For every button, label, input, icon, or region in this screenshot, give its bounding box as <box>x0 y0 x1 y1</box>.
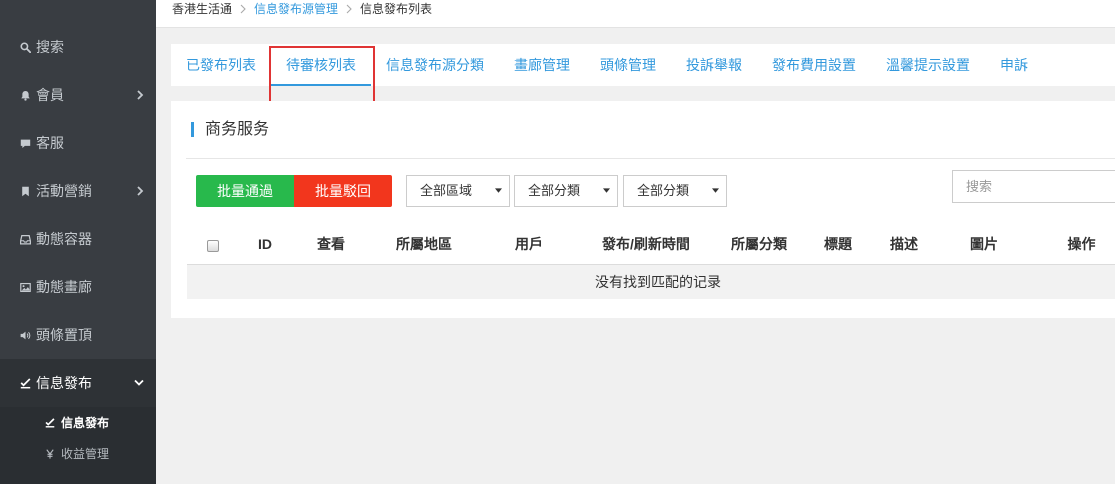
column-header-title: 標題 <box>806 228 870 265</box>
content-panel: 商务服务 批量通過 批量駁回 全部區域 全部分類 全部分類 ID 查看 所屬地區… <box>171 101 1115 318</box>
empty-message: 没有找到匹配的记录 <box>187 264 1115 299</box>
search-icon <box>20 41 31 53</box>
column-header-user: 用戶 <box>478 228 580 265</box>
sidebar-item-customer-service[interactable]: 客服 <box>0 119 156 167</box>
tab-bar: 已發布列表 待審核列表 信息發布源分類 畫廊管理 頭條管理 投訴舉報 發布費用設… <box>171 44 1115 86</box>
region-filter-select[interactable]: 全部區域 <box>406 175 510 207</box>
sidebar-subitem-info-publish[interactable]: 信息發布 <box>0 407 156 438</box>
tab-appeals[interactable]: 申訴 <box>985 44 1043 86</box>
tab-gallery-management[interactable]: 畫廊管理 <box>499 44 585 86</box>
select-value: 全部分類 <box>637 183 690 198</box>
inbox-icon <box>20 234 31 245</box>
sidebar: 搜索 會員 客服 活動營銷 動態容器 動態畫廊 頭條置頂 信息發布 信息發布 收… <box>0 0 156 484</box>
column-header-image: 圖片 <box>938 228 1030 265</box>
sidebar-item-info-publish[interactable]: 信息發布 <box>0 359 156 407</box>
caret-down-icon <box>603 188 610 193</box>
sidebar-subitem-label: 收益管理 <box>61 447 110 461</box>
caret-down-icon <box>495 188 502 193</box>
panel-title: 商务服务 <box>205 121 270 138</box>
yen-icon <box>45 448 55 459</box>
breadcrumb-current: 信息發布列表 <box>360 2 433 16</box>
sidebar-item-label: 客服 <box>36 135 64 151</box>
column-header-publish-time: 發布/刷新時間 <box>580 228 712 265</box>
divider <box>186 158 1115 159</box>
caret-down-icon <box>712 188 719 193</box>
column-header-id: ID <box>238 228 292 265</box>
column-header-actions: 操作 <box>1030 228 1115 265</box>
sidebar-item-label: 會員 <box>36 87 64 103</box>
column-header-view: 查看 <box>292 228 370 265</box>
bell-icon <box>20 90 31 101</box>
tab-publish-fee-settings[interactable]: 發布費用設置 <box>757 44 871 86</box>
sidebar-subitem-revenue[interactable]: 收益管理 <box>0 438 156 469</box>
sidebar-item-headline-pin[interactable]: 頭條置頂 <box>0 311 156 359</box>
picture-icon <box>20 282 31 293</box>
sidebar-item-member[interactable]: 會員 <box>0 71 156 119</box>
subcategory-filter-select[interactable]: 全部分類 <box>623 175 727 207</box>
sidebar-item-dynamic-container[interactable]: 動態容器 <box>0 215 156 263</box>
batch-approve-button[interactable]: 批量通過 <box>196 175 294 207</box>
breadcrumb-separator-icon <box>240 0 246 18</box>
column-header-category: 所屬分類 <box>712 228 806 265</box>
select-value: 全部分類 <box>528 183 581 198</box>
chevron-right-icon <box>136 186 144 196</box>
select-all-cell <box>187 228 238 265</box>
tab-source-categories[interactable]: 信息發布源分類 <box>371 44 499 86</box>
check-edit-icon <box>45 417 55 428</box>
sidebar-item-label: 動態容器 <box>36 231 92 247</box>
sidebar-group-info-publish: 信息發布 信息發布 收益管理 <box>0 359 156 484</box>
column-header-region: 所屬地區 <box>370 228 478 265</box>
comment-icon <box>20 138 31 149</box>
data-table: ID 查看 所屬地區 用戶 發布/刷新時間 所屬分類 標題 描述 圖片 操作 没… <box>187 228 1115 299</box>
select-value: 全部區域 <box>420 183 473 198</box>
bookmark-icon <box>20 186 31 197</box>
table-empty-row: 没有找到匹配的记录 <box>187 264 1115 299</box>
table-header-row: ID 查看 所屬地區 用戶 發布/刷新時間 所屬分類 標題 描述 圖片 操作 <box>187 228 1115 265</box>
chevron-right-icon <box>136 90 144 100</box>
breadcrumb-separator-icon <box>346 0 352 18</box>
sidebar-item-marketing[interactable]: 活動營銷 <box>0 167 156 215</box>
sidebar-item-label: 信息發布 <box>36 375 92 391</box>
select-all-checkbox[interactable] <box>206 239 219 252</box>
sidebar-item-search[interactable]: 搜索 <box>0 23 156 71</box>
breadcrumb-item-source-management[interactable]: 信息發布源管理 <box>254 0 338 18</box>
title-accent-bar <box>191 122 194 137</box>
tab-complaints-reports[interactable]: 投訴舉報 <box>671 44 757 86</box>
column-header-description: 描述 <box>870 228 938 265</box>
check-edit-icon <box>20 377 31 389</box>
tab-headline-management[interactable]: 頭條管理 <box>585 44 671 86</box>
breadcrumb: 香港生活通 信息發布源管理 信息發布列表 <box>156 0 1115 28</box>
tab-published-list[interactable]: 已發布列表 <box>171 44 271 86</box>
tab-reminder-settings[interactable]: 溫馨提示設置 <box>871 44 985 86</box>
breadcrumb-item-home[interactable]: 香港生活通 <box>172 0 232 18</box>
sidebar-item-label: 活動營銷 <box>36 183 92 199</box>
sidebar-subitem-label: 信息發布 <box>61 416 110 430</box>
sidebar-submenu: 信息發布 收益管理 <box>0 407 156 484</box>
sidebar-item-label: 搜索 <box>36 39 64 55</box>
sidebar-item-label: 頭條置頂 <box>36 327 92 343</box>
chevron-down-icon <box>134 379 144 387</box>
sidebar-item-dynamic-gallery[interactable]: 動態畫廊 <box>0 263 156 311</box>
sidebar-item-label: 動態畫廊 <box>36 279 92 295</box>
batch-reject-button[interactable]: 批量駁回 <box>294 175 392 207</box>
volume-icon <box>20 330 31 341</box>
category-filter-select[interactable]: 全部分類 <box>514 175 618 207</box>
search-input[interactable] <box>952 170 1115 203</box>
tab-pending-review-list[interactable]: 待審核列表 <box>271 44 371 86</box>
